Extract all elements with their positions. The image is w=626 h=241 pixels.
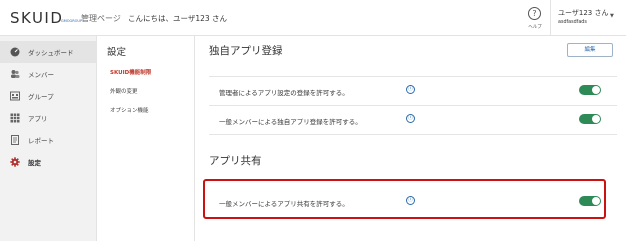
sidebar-item-apps[interactable]: アプリ [0, 107, 97, 129]
submenu-item-appearance[interactable]: 外観の変更 [110, 87, 138, 95]
info-icon[interactable]: ⓘ [406, 114, 415, 123]
toggle-knob [592, 86, 600, 94]
greeting-text: こんにちは、ユーザ123 さん [128, 14, 228, 23]
help-button[interactable]: ? ヘルプ [522, 0, 548, 36]
sidebar-item-label: メンバー [28, 71, 54, 79]
sidebar-item-settings[interactable]: 設定 [0, 151, 97, 173]
apps-grid-icon [10, 113, 20, 123]
sidebar-item-label: 設定 [28, 159, 41, 167]
sidebar-item-report[interactable]: レポート [0, 129, 97, 151]
settings-submenu: 設定 SKUID機能制限 外観の変更 オプション機能 [97, 36, 195, 241]
help-label: ヘルプ [528, 25, 542, 30]
members-icon [11, 70, 20, 78]
gear-icon [10, 157, 20, 167]
sidebar-item-label: レポート [28, 137, 54, 145]
skuid-logo[interactable]: SKUID [10, 9, 63, 27]
toggle-switch[interactable] [579, 85, 601, 95]
info-icon[interactable]: ⓘ [406, 85, 415, 94]
toggle-knob [592, 115, 600, 123]
submenu-item-skuid-restrictions[interactable]: SKUID機能制限 [110, 68, 151, 76]
sidebar-item-members[interactable]: メンバー [0, 63, 97, 85]
setting-row-label: 一般メンバーによる独自アプリ登録を許可する。 [219, 118, 362, 126]
divider [209, 134, 617, 135]
chevron-down-icon[interactable]: ▼ [610, 13, 614, 19]
question-icon: ? [528, 7, 541, 20]
report-icon [11, 135, 19, 145]
toggle-switch[interactable] [579, 114, 601, 124]
dashboard-icon [10, 47, 20, 57]
sidebar-item-dashboard[interactable]: ダッシュボード [0, 41, 97, 63]
submenu-title: 設定 [107, 47, 127, 58]
sidebar: ダッシュボード メンバー グループ アプリ レポート 設定 [0, 36, 97, 241]
header-divider [550, 0, 551, 36]
sidebar-item-label: ダッシュボード [28, 49, 74, 57]
setting-row-label: 管理者によるアプリ設定の登録を許可する。 [219, 89, 349, 97]
highlight-box [203, 179, 606, 219]
sidebar-item-label: グループ [28, 93, 54, 101]
setting-row-admin-app-registration: 管理者によるアプリ設定の登録を許可する。 ⓘ [209, 77, 617, 105]
app-window: SKUID GMOGROUP 管理ページ こんにちは、ユーザ123 さん ? ヘ… [0, 0, 626, 241]
main-content: 独自アプリ登録 編集 管理者によるアプリ設定の登録を許可する。 ⓘ 一般メンバー… [195, 36, 626, 241]
section-title-app-sharing: アプリ共有 [209, 155, 262, 167]
setting-row-member-app-registration: 一般メンバーによる独自アプリ登録を許可する。 ⓘ [209, 106, 617, 134]
logo-text: SKUID [10, 9, 64, 27]
user-menu-name[interactable]: ユーザ123 さん [558, 8, 608, 18]
sidebar-item-group[interactable]: グループ [0, 85, 97, 107]
top-header: SKUID GMOGROUP 管理ページ こんにちは、ユーザ123 さん ? ヘ… [0, 0, 626, 36]
logo-subtext: GMOGROUP [61, 19, 83, 23]
section-title-custom-app: 独自アプリ登録 [209, 45, 283, 57]
admin-page-label: 管理ページ [81, 14, 121, 23]
edit-button[interactable]: 編集 [567, 43, 613, 57]
submenu-item-options[interactable]: オプション機能 [110, 106, 149, 114]
user-menu-id[interactable]: asdfasdfads [558, 20, 587, 25]
group-icon [10, 91, 20, 101]
sidebar-item-label: アプリ [28, 115, 48, 123]
